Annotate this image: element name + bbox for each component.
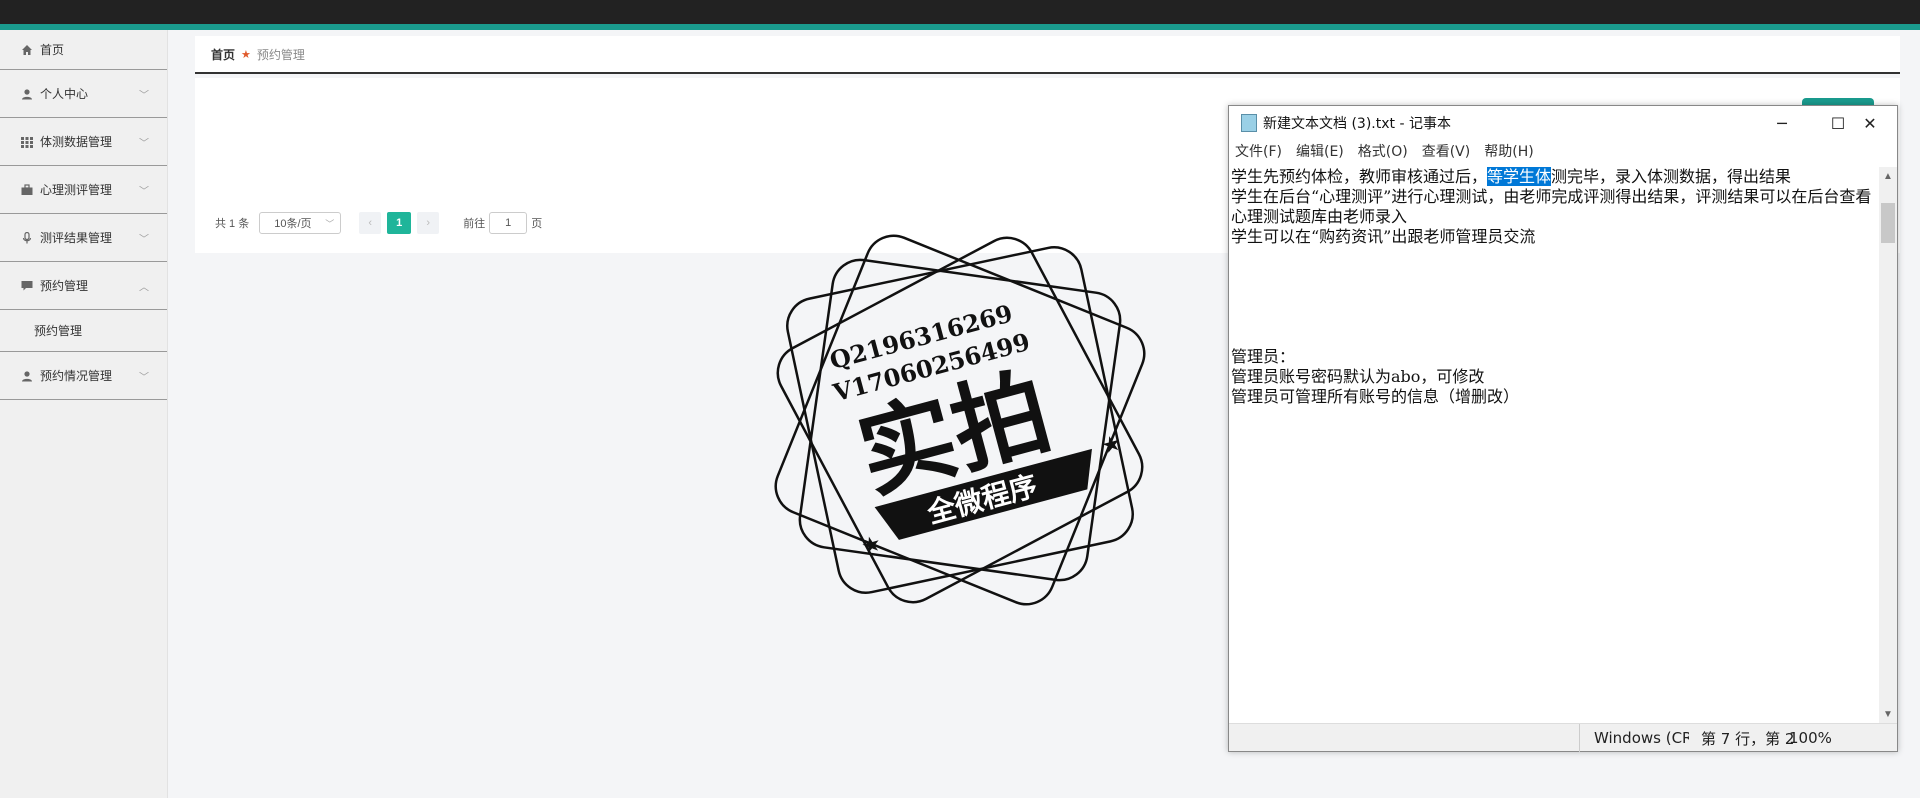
sidebar-item-label: 测评结果管理 xyxy=(40,231,113,245)
selected-text: 等学生体 xyxy=(1487,167,1552,186)
text-line xyxy=(1231,267,1881,287)
page-size-select[interactable]: 10条/页 ﹀ xyxy=(259,212,342,234)
menu-help[interactable]: 帮助(H) xyxy=(1484,141,1533,161)
menu-edit[interactable]: 编辑(E) xyxy=(1296,141,1344,161)
notepad-statusbar: Windows (CR 第 7 行，第 2 100% xyxy=(1229,723,1897,752)
text-line xyxy=(1231,327,1881,347)
home-icon xyxy=(20,43,34,57)
sidebar-item-label: 首页 xyxy=(40,43,65,57)
page-number-current[interactable]: 1 xyxy=(387,212,412,234)
scroll-down-icon[interactable]: ▼ xyxy=(1879,705,1897,723)
flame-separator-icon: ★ xyxy=(241,48,251,61)
sidebar-item-assessment-results[interactable]: 测评结果管理 ﹀ xyxy=(0,214,167,262)
top-bar xyxy=(0,0,1920,30)
text-line: 管理员账号密码默认为abo，可修改 xyxy=(1231,367,1485,386)
chevron-left-icon: ‹ xyxy=(368,217,373,229)
notepad-icon xyxy=(1241,114,1257,132)
menu-file[interactable]: 文件(F) xyxy=(1235,141,1282,161)
sidebar-item-label: 预约情况管理 xyxy=(40,369,113,383)
vertical-scrollbar[interactable]: ▲ ▼ xyxy=(1879,167,1897,723)
sidebar-item-label: 个人中心 xyxy=(40,87,89,101)
sidebar-item-appointment-status[interactable]: 预约情况管理 ﹀ xyxy=(0,352,167,400)
window-title: 新建文本文档 (3).txt - 记事本 xyxy=(1263,116,1451,132)
chevron-down-icon: ﹀ xyxy=(139,372,149,383)
pagination-total: 共 1 条 xyxy=(215,218,250,230)
minimize-button[interactable]: ─ xyxy=(1753,106,1811,140)
star-icon: ★ xyxy=(858,530,884,559)
chevron-down-icon: ﹀ xyxy=(139,234,149,245)
notepad-titlebar: 新建文本文档 (3).txt - 记事本 ─ ☐ ✕ xyxy=(1229,106,1897,140)
sidebar-item-label: 心理测评管理 xyxy=(40,183,113,197)
pagination: 共 1 条 10条/页 ﹀ ‹ 1 › 前往 1 页 xyxy=(215,212,542,234)
briefcase-icon xyxy=(20,183,34,197)
text-line: 学生可以在“购药资讯”出跟老师管理员交流 xyxy=(1231,227,1536,246)
sidebar: 首页 个人中心 ﹀ 体测数据管理 ﹀ 心理测评管理 ﹀ 测评结果管理 ﹀ 预约管… xyxy=(0,30,168,798)
goto-label: 前往 xyxy=(463,218,486,230)
prev-page-button[interactable]: ‹ xyxy=(359,212,382,234)
text-segment: 测完毕，录入体测数据，得出结果 xyxy=(1551,167,1792,186)
text-line: 学生在后台“心理测评”进行心理测试，由老师完成评测得出结果，评测结果可以在后台查… xyxy=(1231,187,1872,206)
breadcrumb: 首页 ★ 预约管理 xyxy=(195,36,1900,74)
watermark-stamp: Q2196316269 V17060256499 实拍 全微程序 ★ ★ xyxy=(774,234,1146,606)
text-line xyxy=(1231,287,1881,307)
text-line xyxy=(1231,247,1881,267)
grid-icon xyxy=(20,135,34,149)
notepad-window: 新建文本文档 (3).txt - 记事本 ─ ☐ ✕ 文件(F) 编辑(E) 格… xyxy=(1228,105,1898,752)
goto-page-input[interactable]: 1 xyxy=(489,212,528,234)
breadcrumb-home[interactable]: 首页 xyxy=(211,46,235,63)
text-line: 学生先预约体检，教师审核通过后，等学生体测完毕，录入体测数据，得出结果 xyxy=(1231,167,1881,187)
chevron-down-icon: ﹀ xyxy=(139,138,149,149)
page-size-value: 10条/页 xyxy=(274,218,312,230)
menu-view[interactable]: 查看(V) xyxy=(1422,141,1471,161)
next-page-button[interactable]: › xyxy=(417,212,440,234)
sidebar-item-psych-assessment[interactable]: 心理测评管理 ﹀ xyxy=(0,166,167,214)
sidebar-item-label: 预约管理 xyxy=(40,279,89,293)
user-icon xyxy=(20,87,34,101)
text-line: 心理测试题库由老师录入 xyxy=(1231,207,1408,226)
chevron-down-icon: ﹀ xyxy=(325,218,335,229)
text-line: 管理员： xyxy=(1231,347,1296,366)
text-segment: 学生先预约体检，教师审核通过后， xyxy=(1231,167,1488,186)
chevron-up-icon: ︿ xyxy=(139,282,149,293)
page-label: 页 xyxy=(531,218,543,230)
chevron-down-icon: ﹀ xyxy=(139,186,149,197)
scroll-up-icon[interactable]: ▲ xyxy=(1879,167,1897,185)
sidebar-item-fitness-data[interactable]: 体测数据管理 ﹀ xyxy=(0,118,167,166)
sidebar-subitem-appointment[interactable]: 预约管理 xyxy=(0,310,167,352)
sidebar-subitem-label: 预约管理 xyxy=(34,324,83,338)
microphone-icon xyxy=(20,231,34,245)
sidebar-item-appointment[interactable]: 预约管理 ︿ xyxy=(0,262,167,310)
status-zoom: 100% xyxy=(1789,729,1832,747)
status-position: 第 7 行，第 2 xyxy=(1701,729,1795,748)
goto-page-value: 1 xyxy=(505,217,512,229)
notepad-text-area[interactable]: 学生先预约体检，教师审核通过后，等学生体测完毕，录入体测数据，得出结果 学生在后… xyxy=(1229,167,1881,722)
sidebar-item-personal-center[interactable]: 个人中心 ﹀ xyxy=(0,70,167,118)
chevron-right-icon: › xyxy=(426,217,431,229)
sidebar-item-home[interactable]: 首页 xyxy=(0,30,167,70)
close-button[interactable]: ✕ xyxy=(1841,106,1899,140)
scrollbar-thumb[interactable] xyxy=(1881,203,1895,243)
user-icon xyxy=(20,369,34,383)
breadcrumb-current: 预约管理 xyxy=(256,47,305,62)
text-line xyxy=(1231,307,1881,327)
sidebar-item-label: 体测数据管理 xyxy=(40,135,113,149)
chat-icon xyxy=(20,279,34,293)
text-line: 管理员可管理所有账号的信息（增删改） xyxy=(1231,387,1520,406)
notepad-menubar: 文件(F) 编辑(E) 格式(O) 查看(V) 帮助(H) xyxy=(1229,140,1897,162)
menu-format[interactable]: 格式(O) xyxy=(1358,141,1408,161)
chevron-down-icon: ﹀ xyxy=(139,90,149,101)
status-encoding: Windows (CR xyxy=(1579,724,1689,752)
